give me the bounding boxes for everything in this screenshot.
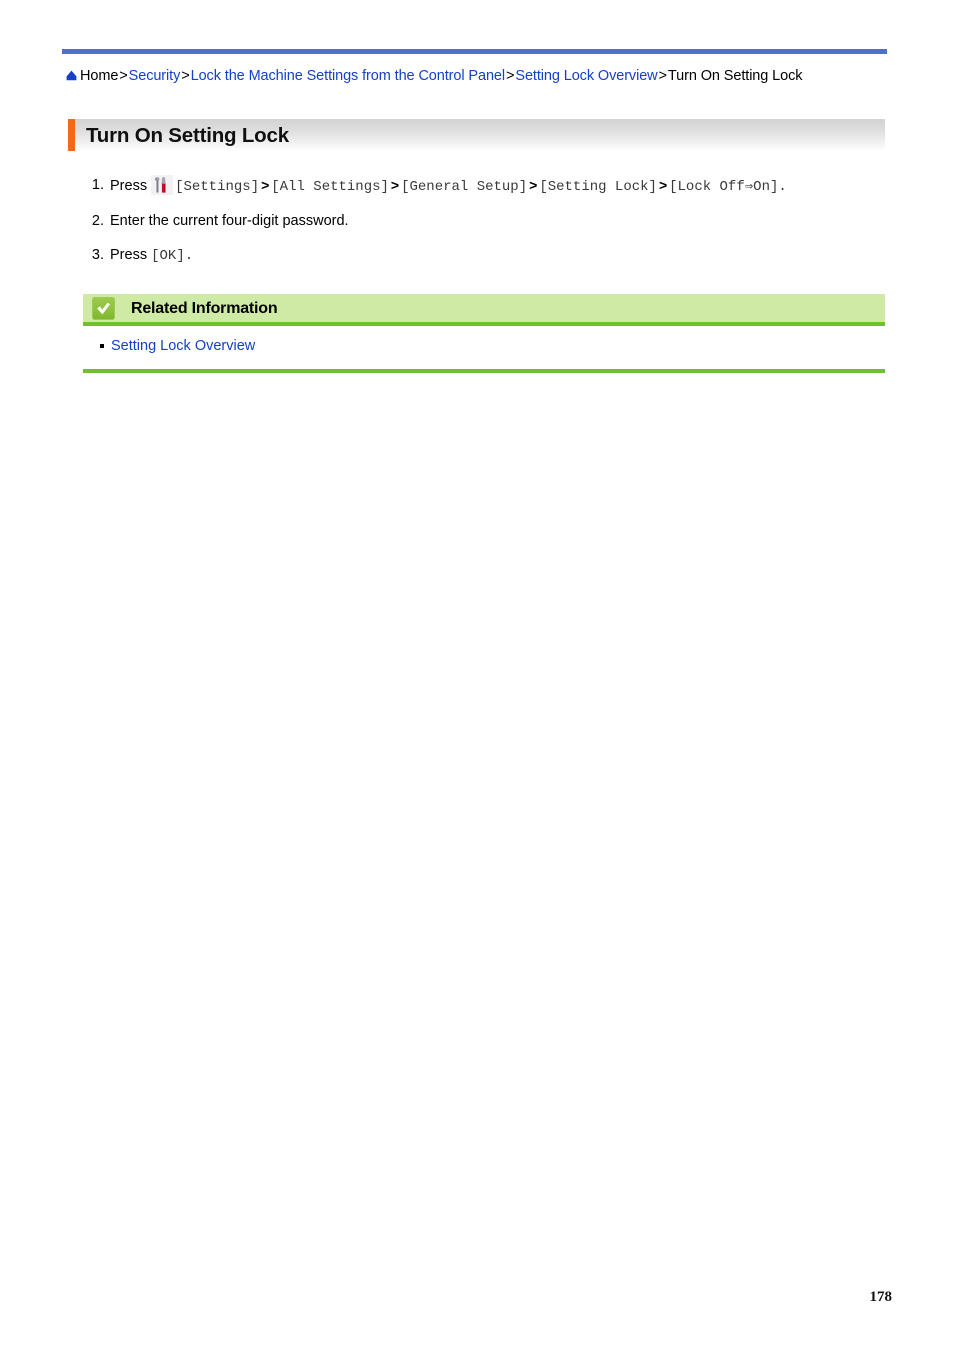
step-token-3-0: [OK]. <box>151 248 194 264</box>
step-number: 2. <box>91 213 104 229</box>
breadcrumb-separator-1: > <box>181 68 190 84</box>
step-token-1-7: > <box>658 177 668 193</box>
related-information-header: Related Information <box>83 294 885 326</box>
step-token-1-5: > <box>529 177 538 193</box>
step-item-1: 1. Press [Settings] > [All Settings] > [Genera… <box>66 172 888 200</box>
breadcrumb-separator-2: > <box>506 68 515 84</box>
breadcrumb-separator-0: > <box>119 68 128 84</box>
step-text: Press <box>110 247 148 263</box>
step-token-1-3: > <box>390 177 400 193</box>
step-number: 1. <box>91 177 104 193</box>
related-link-setting-lock-overview[interactable]: Setting Lock Overview <box>111 338 255 354</box>
breadcrumb-current-page: Turn On Setting Lock <box>667 68 803 84</box>
breadcrumb: Home>Security>Lock the Machine Settings … <box>66 66 888 87</box>
breadcrumb-link-setting-lock-overview[interactable]: Setting Lock Overview <box>515 68 657 84</box>
breadcrumb-link-security[interactable]: Security <box>129 68 181 84</box>
green-check-icon <box>92 297 115 320</box>
breadcrumb-link-lock-machine-settings[interactable]: Lock the Machine Settings from the Contr… <box>191 68 505 84</box>
top-rule-divider <box>62 49 887 54</box>
step-token-1-2: [All Settings] <box>271 179 389 195</box>
related-information-title: Related Information <box>131 300 278 317</box>
step-token-1-1: > <box>261 177 270 193</box>
section-title-accent <box>68 119 75 151</box>
related-information-section: Related Information Setting Lock Overvie… <box>83 294 885 373</box>
bullet-icon <box>100 344 104 348</box>
step-token-1-8: [Lock Off⇒On]. <box>669 179 787 195</box>
step-item-2: 2. Enter the current four-digit password. <box>66 208 888 234</box>
step-item-3: 3. Press [OK]. <box>66 242 888 269</box>
breadcrumb-home-label: Home <box>80 68 119 84</box>
step-text: Enter the current four-digit password. <box>110 213 349 229</box>
document-page: Home>Security>Lock the Machine Settings … <box>0 0 954 1350</box>
step-token-1-4: [General Setup] <box>401 179 528 195</box>
step-token-1-0: [Settings] <box>175 179 260 195</box>
step-text: Press <box>110 178 148 194</box>
step-number: 3. <box>91 247 104 263</box>
page-title: Turn On Setting Lock <box>86 124 289 147</box>
step-token-1-6: [Setting Lock] <box>539 179 657 195</box>
home-icon <box>66 70 77 81</box>
steps-list: 1. Press [Settings] > [All Settings] > [Genera… <box>66 172 888 277</box>
related-information-body: Setting Lock Overview <box>83 326 885 373</box>
breadcrumb-separator-3: > <box>658 68 667 84</box>
page-number: 178 <box>869 1289 893 1305</box>
settings-wrench-screwdriver-icon <box>151 175 174 195</box>
list-item: Setting Lock Overview <box>83 335 885 357</box>
